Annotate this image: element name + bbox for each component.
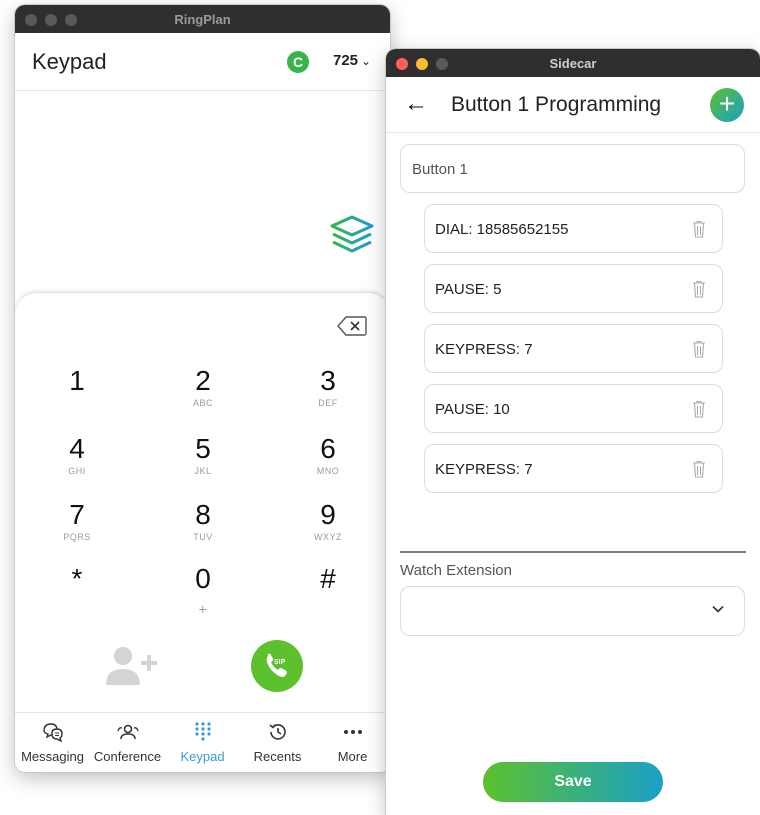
back-arrow-icon[interactable]: ← [404, 92, 428, 116]
trash-icon[interactable] [692, 340, 706, 358]
key-hash[interactable]: # [288, 563, 368, 607]
window-title: Sidecar [549, 56, 597, 71]
recents-icon [240, 719, 315, 745]
step-label: KEYPRESS: 7 [435, 461, 533, 478]
tab-messaging[interactable]: Messaging [15, 713, 90, 772]
chevron-down-icon: ⌄ [361, 54, 372, 68]
key-letters: ABC [192, 398, 213, 408]
refresh-icon[interactable]: C [287, 51, 309, 73]
tab-conference[interactable]: Conference [90, 713, 165, 772]
key-letters [37, 397, 117, 409]
sidecar-window: Sidecar ← Button 1 Programming + Button … [386, 49, 760, 815]
key-3[interactable]: 3 DEF [288, 365, 368, 409]
key-digit: 9 [320, 499, 336, 530]
trash-icon[interactable] [692, 220, 706, 238]
trash-icon[interactable] [692, 460, 706, 478]
tab-keypad[interactable]: Keypad [165, 713, 240, 772]
key-digit: 4 [69, 433, 85, 464]
add-step-button[interactable]: + [710, 88, 744, 122]
key-8[interactable]: 8 TUV [163, 499, 243, 543]
step-item[interactable]: DIAL: 18585652155 [424, 204, 723, 253]
tab-label: Keypad [180, 749, 225, 764]
key-digit: 1 [69, 365, 85, 396]
sidecar-titlebar[interactable]: Sidecar [386, 49, 760, 77]
sidecar-header: ← Button 1 Programming + [386, 77, 760, 133]
extension-selector[interactable]: 725 ⌄ [333, 52, 371, 69]
key-5[interactable]: 5 JKL [163, 433, 243, 477]
key-letters: JKL [194, 466, 212, 476]
tab-label: Messaging [21, 749, 84, 764]
dial-pad: 1 2 ABC 3 DEF 4 GHI 5 JKL 6 MNO 7 PQRS 8 [15, 292, 390, 712]
watch-extension-label: Watch Extension [400, 562, 512, 579]
button-name-field[interactable]: Button 1 [400, 144, 745, 193]
watch-extension-select[interactable] [400, 586, 745, 636]
key-letters: DEF [318, 398, 338, 408]
backspace-icon[interactable] [337, 315, 367, 337]
key-7[interactable]: 7 PQRS [37, 499, 117, 543]
key-digit: 2 [195, 365, 211, 396]
key-digit: 5 [195, 433, 211, 464]
key-letters: WXYZ [314, 532, 342, 542]
key-letters: GHI [68, 466, 86, 476]
tab-bar: Messaging Conference Keypad Recents More [15, 712, 390, 772]
tab-label: More [337, 749, 368, 764]
key-letters [288, 595, 368, 607]
key-digit: 6 [320, 433, 336, 464]
key-letters: PQRS [63, 532, 91, 542]
tab-label: Recents [253, 749, 302, 764]
tab-more[interactable]: More [315, 713, 390, 772]
key-digit: 0 [195, 563, 211, 594]
messaging-icon [15, 719, 90, 745]
step-item[interactable]: KEYPRESS: 7 [424, 324, 723, 373]
conference-icon [90, 719, 165, 745]
tab-recents[interactable]: Recents [240, 713, 315, 772]
step-label: KEYPRESS: 7 [435, 341, 533, 358]
trash-icon[interactable] [692, 400, 706, 418]
key-6[interactable]: 6 MNO [288, 433, 368, 477]
key-letters: TUV [193, 532, 213, 542]
key-0[interactable]: 0 + [163, 563, 243, 617]
chevron-down-icon [712, 602, 724, 616]
page-title: Keypad [32, 49, 107, 74]
key-2[interactable]: 2 ABC [163, 365, 243, 409]
key-letters: MNO [316, 466, 340, 476]
layers-logo-icon [329, 215, 375, 260]
sip-label: SIP [274, 659, 286, 666]
ringplan-window: RingPlan Keypad C 725 ⌄ 1 2 ABC 3 DEF 4 … [15, 5, 390, 772]
save-button[interactable]: Save [483, 762, 663, 802]
more-icon [315, 719, 390, 745]
key-1[interactable]: 1 [37, 365, 117, 409]
tab-label: Conference [93, 749, 162, 764]
step-label: PAUSE: 5 [435, 281, 502, 298]
window-title: RingPlan [174, 12, 231, 27]
key-digit: * [71, 563, 83, 594]
key-digit: # [320, 563, 336, 594]
divider [400, 551, 746, 553]
key-letters [37, 595, 117, 607]
page-title: Button 1 Programming [451, 93, 662, 116]
key-4[interactable]: 4 GHI [37, 433, 117, 477]
key-digit: 3 [320, 365, 336, 396]
step-item[interactable]: KEYPRESS: 7 [424, 444, 723, 493]
extension-number: 725 [333, 52, 359, 69]
keypad-header: Keypad C 725 ⌄ [15, 33, 390, 91]
step-item[interactable]: PAUSE: 5 [424, 264, 723, 313]
add-contact-icon[interactable] [101, 643, 161, 687]
key-digit: 8 [195, 499, 211, 530]
key-star[interactable]: * [37, 563, 117, 607]
keypad-icon [165, 719, 240, 745]
ringplan-titlebar[interactable]: RingPlan [15, 5, 390, 33]
step-label: DIAL: 18585652155 [435, 221, 569, 238]
phone-icon: SIP [266, 653, 287, 677]
step-label: PAUSE: 10 [435, 401, 510, 418]
key-digit: 7 [69, 499, 85, 530]
key-9[interactable]: 9 WXYZ [288, 499, 368, 543]
step-item[interactable]: PAUSE: 10 [424, 384, 723, 433]
sip-call-button[interactable]: SIP [251, 640, 303, 692]
trash-icon[interactable] [692, 280, 706, 298]
key-letters: + [198, 601, 208, 617]
